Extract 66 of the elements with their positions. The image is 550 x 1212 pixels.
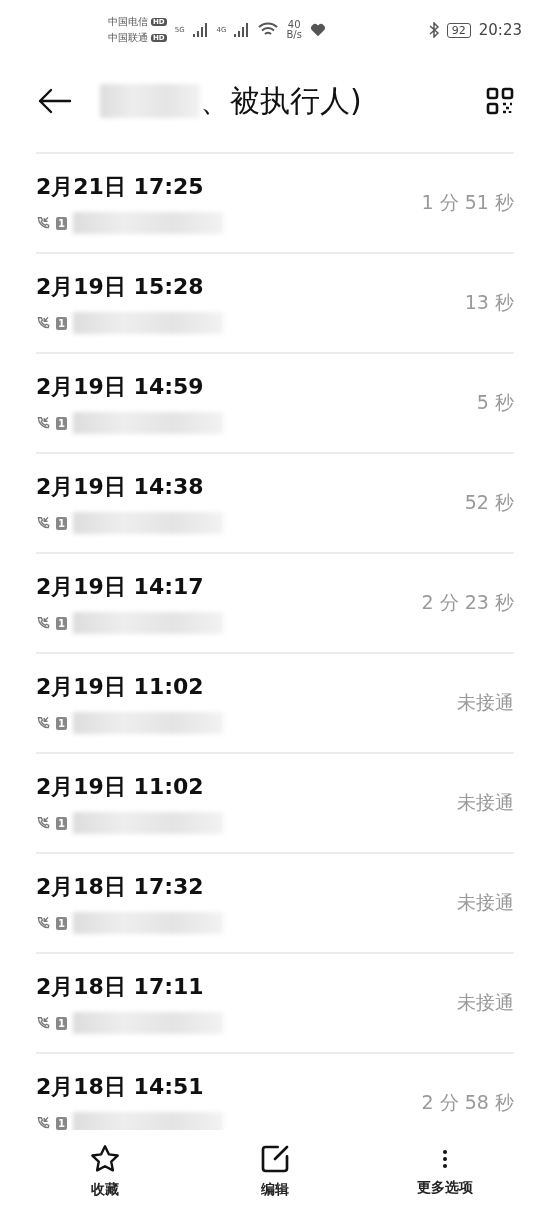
call-time: 2月21日 17:25 bbox=[36, 173, 205, 201]
call-duration: 未接通 bbox=[457, 890, 514, 915]
call-time: 2月19日 14:17 bbox=[36, 573, 205, 601]
more-action[interactable]: 更多选项 bbox=[360, 1130, 530, 1212]
incoming-call-icon bbox=[36, 616, 50, 630]
call-record[interactable]: 2月19日 14:59 1 5 秒 bbox=[36, 352, 514, 452]
incoming-call-icon bbox=[36, 416, 50, 430]
call-duration: 5 秒 bbox=[476, 390, 514, 415]
call-time: 2月19日 14:38 bbox=[36, 473, 205, 501]
call-record[interactable]: 2月18日 17:11 1 未接通 bbox=[36, 952, 514, 1052]
incoming-call-icon bbox=[36, 716, 50, 730]
call-duration: 2 分 23 秒 bbox=[421, 590, 514, 615]
sim-badge: 1 bbox=[56, 516, 67, 530]
incoming-call-icon bbox=[36, 516, 50, 530]
incoming-call-icon bbox=[36, 316, 50, 330]
signal-icon bbox=[234, 23, 251, 37]
call-record[interactable]: 2月19日 15:28 1 13 秒 bbox=[36, 252, 514, 352]
sim-badge: 1 bbox=[56, 616, 67, 630]
incoming-call-icon bbox=[36, 216, 50, 230]
call-time: 2月18日 17:11 bbox=[36, 973, 205, 1001]
signal-icon bbox=[192, 23, 209, 37]
call-time: 2月18日 17:32 bbox=[36, 873, 205, 901]
call-record[interactable]: 2月21日 17:25 1 1 分 51 秒 bbox=[36, 152, 514, 252]
carrier-name: 中国联通 bbox=[108, 31, 148, 45]
call-record[interactable]: 2月18日 17:32 1 未接通 bbox=[36, 852, 514, 952]
call-record[interactable]: 2月19日 11:02 1 未接通 bbox=[36, 652, 514, 752]
call-duration: 1 分 51 秒 bbox=[421, 190, 514, 215]
sim-badge: 1 bbox=[56, 816, 67, 830]
speed-value: 40 bbox=[287, 20, 301, 30]
sim-badge: 1 bbox=[56, 716, 67, 730]
incoming-call-icon bbox=[36, 1116, 50, 1130]
carrier-name: 中国电信 bbox=[108, 15, 148, 29]
call-duration: 未接通 bbox=[457, 790, 514, 815]
call-time: 2月18日 14:51 bbox=[36, 1073, 205, 1101]
call-duration: 2 分 58 秒 bbox=[421, 1090, 514, 1115]
incoming-call-icon bbox=[36, 916, 50, 930]
sim-badge: 1 bbox=[56, 316, 67, 330]
call-duration: 未接通 bbox=[457, 990, 514, 1015]
clock: 20:23 bbox=[478, 21, 522, 39]
sim-badge: 1 bbox=[56, 916, 67, 930]
sim-badge: 1 bbox=[56, 216, 67, 230]
contact-title: 、被执行人) bbox=[200, 81, 362, 120]
speed-unit: B/s bbox=[286, 30, 302, 40]
edit-icon bbox=[259, 1143, 291, 1175]
sim-badge: 1 bbox=[56, 1116, 67, 1130]
call-record[interactable]: 2月19日 14:17 1 2 分 23 秒 bbox=[36, 552, 514, 652]
bluetooth-icon bbox=[428, 22, 439, 38]
star-action[interactable]: 收藏 bbox=[20, 1130, 190, 1212]
call-duration: 13 秒 bbox=[464, 290, 514, 315]
incoming-call-icon bbox=[36, 816, 50, 830]
battery-level: 92 bbox=[446, 22, 471, 38]
edit-action[interactable]: 编辑 bbox=[190, 1130, 360, 1212]
qr-code-icon[interactable] bbox=[486, 87, 514, 115]
incoming-call-icon bbox=[36, 1016, 50, 1030]
sim-badge: 1 bbox=[56, 1016, 67, 1030]
sim-badge: 1 bbox=[56, 416, 67, 430]
call-time: 2月19日 11:02 bbox=[36, 773, 205, 801]
call-time: 2月19日 11:02 bbox=[36, 673, 205, 701]
call-time: 2月19日 15:28 bbox=[36, 273, 205, 301]
call-record[interactable]: 2月19日 14:38 1 52 秒 bbox=[36, 452, 514, 552]
call-duration: 未接通 bbox=[457, 690, 514, 715]
call-record[interactable]: 2月19日 11:02 1 未接通 bbox=[36, 752, 514, 852]
heart-icon bbox=[309, 23, 326, 37]
back-icon[interactable] bbox=[38, 88, 72, 114]
call-time: 2月19日 14:59 bbox=[36, 373, 205, 401]
call-duration: 52 秒 bbox=[464, 490, 514, 515]
